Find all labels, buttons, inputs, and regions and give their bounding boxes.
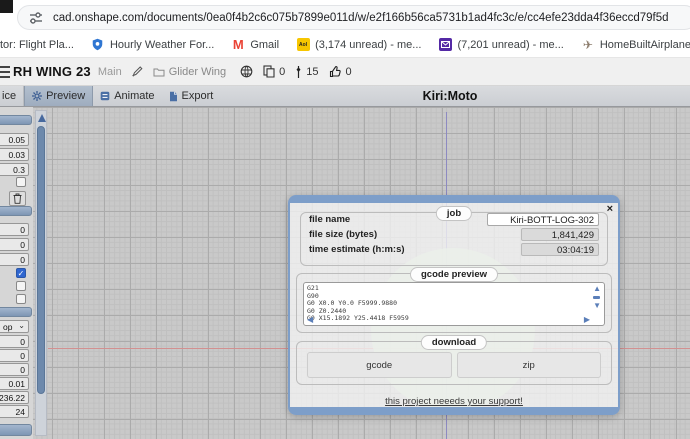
site-info-icon[interactable] [28, 10, 44, 26]
bookmark-flight-planner[interactable]: tor: Flight Pla... [0, 39, 74, 51]
chevron-down-icon: ⌄ [18, 321, 25, 330]
settings-panel: 0.05 0.03 0.3 0 0 0 ✓ op ⌄ 0 0 0 0.01 23… [0, 107, 33, 439]
download-zip-button[interactable]: zip [457, 352, 602, 378]
number-input[interactable]: 0 [0, 335, 29, 348]
file-name-input[interactable]: Kiri-BOTT-LOG-302 [487, 213, 599, 226]
bookmark-homebuiltairplanes[interactable]: ✈ HomeBuiltAirplanes... [581, 38, 690, 52]
number-input[interactable]: 0 [0, 363, 29, 376]
panel-section-header[interactable] [0, 206, 32, 216]
copies-button[interactable]: 0 [263, 65, 285, 78]
number-input[interactable]: 0.01 [0, 377, 29, 390]
panel-section-header[interactable] [0, 424, 32, 436]
download-fieldset: download gcode zip [296, 341, 612, 385]
pencil-icon [132, 66, 143, 77]
panel-section-header[interactable] [0, 307, 32, 317]
animate-icon [100, 91, 110, 101]
support-link[interactable]: this project neeeds your support! [385, 396, 523, 407]
job-modal-title: job [436, 206, 472, 221]
element-tab[interactable]: Glider Wing [153, 66, 226, 78]
pin-icon [295, 65, 302, 79]
screen: cad.onshape.com/documents/0ea0f4b2c6c075… [0, 0, 690, 439]
likes-button[interactable]: 0 [329, 65, 352, 78]
gcode-preview-fieldset: gcode preview G21 G90 G0 X0.0 Y0.0 F5999… [296, 273, 612, 333]
tab-preview[interactable]: Preview [24, 86, 93, 106]
thumbs-up-icon [329, 65, 342, 78]
number-input[interactable]: 0 [0, 223, 29, 236]
panel-section-header[interactable] [0, 115, 32, 125]
corner-artifact [0, 0, 13, 13]
close-icon[interactable]: × [607, 204, 613, 215]
checkbox-checked[interactable]: ✓ [16, 268, 26, 278]
bookmark-gmail[interactable]: M Gmail [231, 38, 279, 52]
download-title: download [421, 335, 487, 350]
scroll-down-icon[interactable]: ▼ [593, 302, 601, 310]
number-input[interactable]: 0 [0, 349, 29, 362]
versions-button[interactable]: 15 [295, 65, 318, 79]
bookmark-yahoo-mail[interactable]: (7,201 unread) - me... [438, 38, 563, 52]
number-input[interactable]: 236.22 [0, 391, 29, 404]
scroll-up-icon[interactable]: ▲ [593, 285, 601, 293]
kiri-toolbar: ice Preview Animate Export Kiri:Moto [0, 86, 690, 107]
job-fieldset: job file name Kiri-BOTT-LOG-302 file siz… [300, 212, 608, 266]
number-input[interactable]: 0.05 [0, 133, 29, 146]
bookmark-weather[interactable]: Hourly Weather For... [91, 38, 214, 52]
gear-icon [32, 91, 42, 101]
time-estimate-label: time estimate (h:m:s) [309, 244, 405, 255]
workspace-label: Main [98, 66, 122, 78]
mail-icon [438, 38, 452, 52]
file-name-label: file name [309, 214, 350, 225]
panel-scrollbar-thumb[interactable] [37, 126, 45, 394]
bookmarks-bar: tor: Flight Pla... Hourly Weather For...… [0, 33, 690, 56]
checkbox[interactable] [16, 177, 26, 187]
gcode-preview-title: gcode preview [410, 267, 498, 282]
folder-icon [153, 67, 165, 77]
copy-icon [263, 65, 275, 78]
op-dropdown[interactable]: op ⌄ [0, 320, 29, 333]
gcode-line: G21 [304, 283, 604, 293]
number-input[interactable]: 24 [0, 405, 29, 418]
rename-button[interactable] [132, 66, 143, 77]
scrollbar-thumb[interactable] [593, 296, 600, 299]
number-input[interactable]: 0 [0, 238, 29, 251]
checkbox[interactable] [16, 281, 26, 291]
trash-icon [13, 193, 22, 204]
public-button[interactable] [240, 65, 253, 78]
number-input[interactable]: 0.03 [0, 148, 29, 161]
document-title: RH WING 23 [13, 64, 91, 79]
checkbox[interactable] [16, 294, 26, 304]
number-input[interactable]: 0.3 [0, 163, 29, 176]
file-size-label: file size (bytes) [309, 229, 377, 240]
gcode-line: G0 X15.1892 Y25.4418 F5959 [304, 315, 604, 323]
time-estimate-row: time estimate (h:m:s) 03:04:19 [309, 243, 599, 256]
bookmark-aol-mail[interactable]: Aol (3,174 unread) - me... [296, 38, 421, 52]
url-bar[interactable]: cad.onshape.com/documents/0ea0f4b2c6c075… [17, 5, 690, 30]
url-text[interactable]: cad.onshape.com/documents/0ea0f4b2c6c075… [53, 12, 669, 24]
globe-icon [240, 65, 253, 78]
tab-slice[interactable]: ice [0, 86, 24, 106]
gcode-preview-box[interactable]: G21 G90 G0 X0.0 Y0.0 F5999.9880 G0 Z0.24… [303, 282, 605, 326]
job-modal: × job file name Kiri-BOTT-LOG-302 file s… [288, 195, 620, 415]
tab-animate[interactable]: Animate [93, 86, 161, 106]
document-header: RH WING 23 Main Glider Wing 0 15 0 [0, 57, 690, 86]
aol-icon: Aol [296, 38, 310, 52]
file-size-row: file size (bytes) 1,841,429 [309, 228, 599, 241]
shield-icon [91, 38, 105, 52]
tab-export[interactable]: Export [162, 86, 221, 106]
gcode-line: G0 X0.0 Y0.0 F5999.9880 [304, 300, 604, 308]
number-input[interactable]: 0 [0, 253, 29, 266]
file-size-value: 1,841,429 [521, 228, 599, 241]
kiri-moto-brand: Kiri:Moto [423, 89, 478, 103]
time-estimate-value: 03:04:19 [521, 243, 599, 256]
scrollbar-up-arrow[interactable] [38, 114, 46, 122]
scroll-left-icon[interactable]: ◀ [307, 316, 313, 324]
gmail-icon: M [231, 38, 245, 52]
scroll-right-icon[interactable]: ▶ [584, 316, 590, 324]
airplane-icon: ✈ [581, 38, 595, 52]
delete-button[interactable] [9, 191, 26, 206]
browser-chrome: cad.onshape.com/documents/0ea0f4b2c6c075… [0, 0, 690, 57]
download-gcode-button[interactable]: gcode [307, 352, 452, 378]
export-file-icon [169, 91, 178, 102]
menu-icon[interactable] [0, 66, 7, 78]
support-link-row: this project neeeds your support! [290, 391, 618, 409]
